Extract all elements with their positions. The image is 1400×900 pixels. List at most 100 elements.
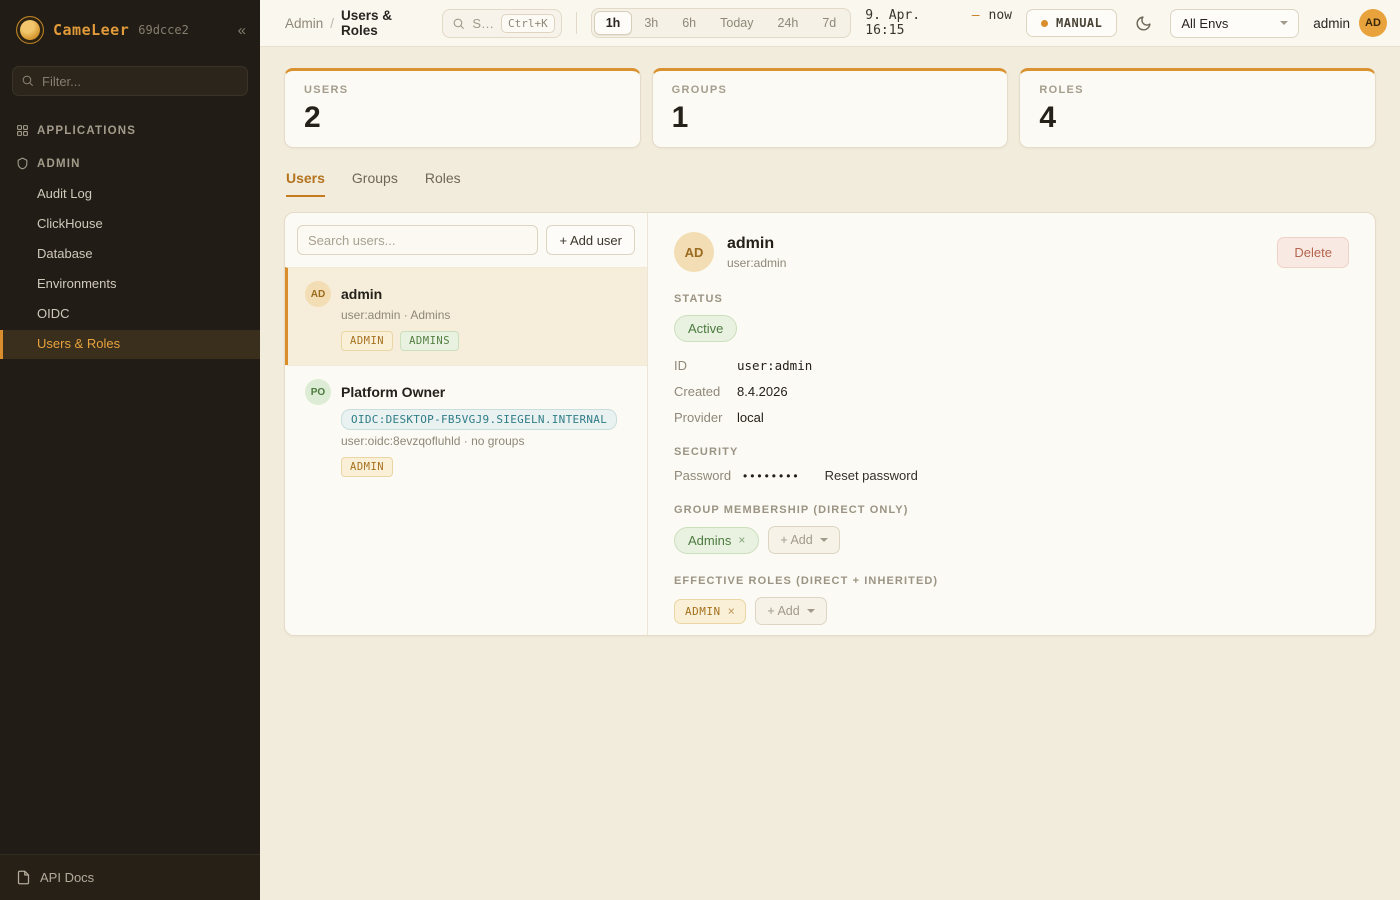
remove-group-icon[interactable]: × (738, 534, 745, 546)
range-7d[interactable]: 7d (810, 11, 848, 35)
password-mask: •••••••• (743, 469, 801, 483)
role-chip-label: ADMIN (685, 605, 721, 618)
add-user-button[interactable]: + Add user (546, 225, 635, 255)
stat-value: 4 (1039, 101, 1356, 134)
detail-fields: ID user:admin Created 8.4.2026 Provider … (674, 358, 1349, 425)
security-section-header: SECURITY (674, 446, 1349, 458)
moon-icon (1135, 15, 1152, 32)
sidebar-section-applications[interactable]: APPLICATIONS (0, 114, 260, 147)
global-search-text: S… (472, 16, 494, 31)
sidebar-item-environments[interactable]: Environments (0, 270, 260, 299)
range-1h[interactable]: 1h (594, 11, 633, 35)
avatar[interactable]: AD (1359, 9, 1387, 37)
search-shortcut-kbd: Ctrl+K (501, 14, 555, 33)
user-subtitle: user:admin · Admins (341, 308, 459, 322)
oidc-provider-badge: OIDC:DESKTOP-FB5VGJ9.SIEGELN.INTERNAL (341, 409, 617, 430)
avatar: AD (674, 232, 714, 272)
refresh-mode-button[interactable]: MANUAL (1026, 9, 1117, 37)
environment-select[interactable]: All Envs (1170, 9, 1299, 38)
section-applications-label: APPLICATIONS (37, 125, 136, 137)
tab-groups[interactable]: Groups (352, 170, 398, 197)
user-menu[interactable]: admin AD (1313, 9, 1387, 37)
status-badge: Active (674, 315, 737, 342)
reset-password-link[interactable]: Reset password (825, 468, 918, 483)
user-detail-panel: AD admin user:admin Delete STATUS Active… (648, 213, 1375, 635)
user-badges: ADMIN ADMINS (341, 331, 459, 351)
remove-role-icon[interactable]: × (728, 605, 736, 617)
role-chip-admin: ADMIN × (674, 599, 746, 624)
user-item-body: Platform Owner OIDC:DESKTOP-FB5VGJ9.SIEG… (341, 379, 617, 477)
search-users-input[interactable] (297, 225, 538, 255)
group-membership-header: GROUP MEMBERSHIP (DIRECT ONLY) (674, 504, 1349, 516)
detail-header: AD admin user:admin Delete (674, 232, 1349, 272)
global-search[interactable]: S… Ctrl+K (442, 9, 561, 38)
manual-status-dot-icon (1041, 20, 1048, 27)
time-separator: — (972, 8, 980, 38)
admin-shield-icon (16, 157, 29, 170)
api-docs-link[interactable]: API Docs (0, 854, 260, 900)
sidebar-nav: Audit Log ClickHouse Database Environmen… (0, 180, 260, 360)
stat-value: 1 (672, 101, 989, 134)
search-icon (21, 74, 34, 87)
app-instance-id: 69dcce2 (138, 23, 189, 37)
tab-users[interactable]: Users (286, 170, 325, 197)
group-chips-row: Admins × + Add (674, 526, 1349, 554)
sidebar: CameLeer 69dcce2 « APPLICATIONS ADMIN Au… (0, 0, 260, 900)
sidebar-item-audit-log[interactable]: Audit Log (0, 180, 260, 209)
sidebar-section-admin[interactable]: ADMIN (0, 147, 260, 180)
password-row: Password •••••••• Reset password (674, 468, 1349, 483)
password-label: Password (674, 468, 743, 483)
add-group-button[interactable]: + Add (768, 526, 839, 554)
user-name: Platform Owner (341, 379, 617, 405)
field-label-provider: Provider (674, 410, 737, 425)
users-panel: + Add user AD admin user:admin · Admins … (284, 212, 1376, 636)
stat-card-roles: ROLES 4 (1019, 68, 1376, 148)
stat-card-users: USERS 2 (284, 68, 641, 148)
stat-label: ROLES (1039, 84, 1356, 96)
topbar-divider (576, 12, 577, 34)
time-display[interactable]: 9. Apr. 16:15 — now (865, 8, 1012, 38)
username-label: admin (1313, 16, 1350, 31)
user-item-body: admin user:admin · Admins ADMIN ADMINS (341, 281, 459, 351)
breadcrumb-admin[interactable]: Admin (285, 16, 323, 31)
tab-roles[interactable]: Roles (425, 170, 461, 197)
group-chip-admins: Admins × (674, 527, 759, 554)
field-value-id: user:admin (737, 358, 1349, 373)
range-3h[interactable]: 3h (632, 11, 670, 35)
applications-grid-icon (16, 124, 29, 137)
content-column: Admin / Users & Roles S… Ctrl+K 1h 3h 6h… (260, 0, 1400, 900)
avatar: PO (305, 379, 331, 405)
group-badge: ADMINS (400, 331, 459, 351)
status-section-header: STATUS (674, 293, 1349, 305)
range-today[interactable]: Today (708, 11, 765, 35)
add-role-button[interactable]: + Add (755, 597, 826, 625)
role-chips-row: ADMIN × + Add (674, 597, 1349, 625)
sidebar-item-users-roles[interactable]: Users & Roles (0, 330, 260, 359)
sidebar-item-clickhouse[interactable]: ClickHouse (0, 210, 260, 239)
avatar: AD (305, 281, 331, 307)
time-range-group: 1h 3h 6h Today 24h 7d (591, 8, 852, 38)
sidebar-collapse-icon[interactable]: « (238, 22, 246, 39)
list-item-user-platform-owner[interactable]: PO Platform Owner OIDC:DESKTOP-FB5VGJ9.S… (285, 365, 647, 491)
list-item-user-admin[interactable]: AD admin user:admin · Admins ADMIN ADMIN… (285, 267, 647, 365)
delete-user-button[interactable]: Delete (1277, 237, 1349, 268)
app-logo (16, 16, 44, 44)
main-content: USERS 2 GROUPS 1 ROLES 4 Users Groups Ro… (260, 47, 1400, 900)
range-6h[interactable]: 6h (670, 11, 708, 35)
breadcrumb-separator: / (330, 16, 334, 31)
user-list-column: + Add user AD admin user:admin · Admins … (285, 213, 648, 635)
breadcrumb-current: Users & Roles (341, 8, 428, 38)
sidebar-item-oidc[interactable]: OIDC (0, 300, 260, 329)
search-icon (452, 17, 465, 30)
sidebar-filter-input[interactable] (12, 66, 248, 96)
sidebar-filter (12, 66, 248, 96)
sidebar-item-database[interactable]: Database (0, 240, 260, 269)
sidebar-logo-row: CameLeer 69dcce2 « (0, 0, 260, 60)
detail-user-name: admin (727, 235, 786, 253)
stat-card-groups: GROUPS 1 (652, 68, 1009, 148)
dark-mode-toggle[interactable] (1131, 11, 1156, 36)
detail-user-id: user:admin (727, 256, 786, 270)
range-24h[interactable]: 24h (766, 11, 811, 35)
time-from: 9. Apr. 16:15 (865, 8, 962, 38)
chevron-down-icon (820, 538, 828, 542)
